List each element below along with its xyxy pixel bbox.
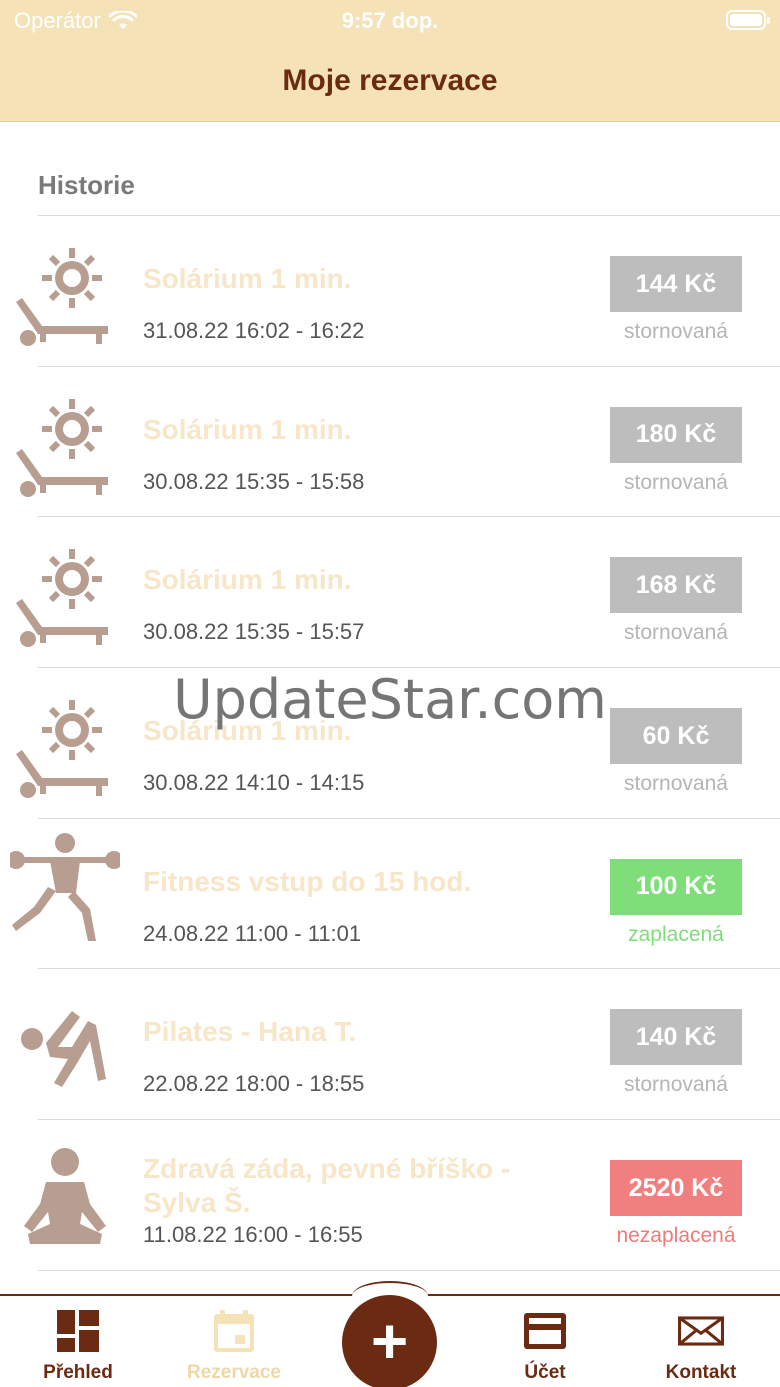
- price-badge: 140 Kč: [610, 1009, 742, 1066]
- status-label: zaplacená: [628, 922, 724, 946]
- pilates-icon: [10, 991, 120, 1101]
- tab-contact[interactable]: Kontakt: [641, 1308, 761, 1384]
- page-title: Moje rezervace: [282, 63, 498, 97]
- reservation-time: 22.08.22 18:00 - 18:55: [143, 1071, 365, 1097]
- tab-account-label: Účet: [524, 1362, 566, 1383]
- price-badge: 2520 Kč: [610, 1160, 742, 1217]
- status-label: nezaplacená: [616, 1224, 736, 1248]
- reservation-row[interactable]: Pilates - Hana T. 22.08.22 18:00 - 18:55 1…: [0, 969, 780, 1121]
- reservation-row[interactable]: Solárium 1 min. 30.08.22 15:35 - 15:58 180…: [0, 367, 780, 518]
- reservation-title: Fitness vstup do 15 hod.: [143, 865, 472, 897]
- reservation-title: Zdravá záda, pevné bříško - Sylva Š.: [143, 1153, 511, 1219]
- tab-account[interactable]: Účet: [485, 1308, 605, 1384]
- status-label: stornovaná: [624, 621, 728, 645]
- solarium-icon: [10, 238, 120, 348]
- reservation-row[interactable]: Solárium 1 min. 30.08.22 15:35 - 15:57 168…: [0, 517, 780, 669]
- reservation-title: Solárium 1 min.: [143, 413, 352, 445]
- reservation-time: 31.08.22 16:02 - 16:22: [143, 318, 365, 343]
- status-bar: Operátor 9:57 dop.: [0, 0, 780, 40]
- tab-contact-label: Kontakt: [665, 1362, 737, 1383]
- battery-icon: [726, 10, 770, 30]
- reservation-list: Solárium 1 min. 31.08.22 16:02 - 16:22 144…: [0, 216, 780, 1387]
- tab-overview[interactable]: Přehled: [18, 1308, 138, 1384]
- tab-reservations-label: Rezervace: [186, 1362, 282, 1383]
- plus-icon: +: [370, 1305, 409, 1377]
- price-badge: 180 Kč: [610, 406, 742, 463]
- tab-overview-label: Přehled: [43, 1362, 113, 1383]
- section-header-history: Historie: [38, 170, 135, 200]
- calendar-icon: [214, 1310, 254, 1352]
- reservation-title: Solárium 1 min.: [143, 715, 352, 747]
- reservation-time: 11.08.22 16:00 - 16:55: [143, 1222, 363, 1248]
- nav-bar: Moje rezervace: [0, 40, 780, 122]
- reservation-time: 24.08.22 11:00 - 11:01: [143, 920, 362, 946]
- reservation-row[interactable]: Solárium 1 min. 31.08.22 16:02 - 16:22 144…: [0, 216, 780, 367]
- price-badge: 168 Kč: [610, 557, 742, 614]
- reservation-row[interactable]: Fitness vstup do 15 hod. 24.08.22 11:00 -…: [0, 819, 780, 970]
- price-badge: 100 Kč: [610, 858, 742, 915]
- tab-reservations[interactable]: Rezervace: [174, 1308, 294, 1384]
- solarium-icon: [10, 539, 120, 649]
- envelope-icon: [678, 1316, 724, 1346]
- add-reservation-button[interactable]: +: [342, 1295, 437, 1387]
- reservation-title: Solárium 1 min.: [143, 564, 352, 596]
- reservation-time: 30.08.22 15:35 - 15:57: [143, 619, 365, 645]
- status-label: stornovaná: [624, 470, 728, 494]
- reservation-time: 30.08.22 15:35 - 15:58: [143, 468, 365, 494]
- price-badge: 60 Kč: [610, 708, 742, 765]
- reservation-title: Solárium 1 min.: [143, 263, 352, 294]
- solarium-icon: [10, 690, 120, 800]
- card-icon: [524, 1313, 566, 1349]
- reservation-time: 30.08.22 14:10 - 14:15: [143, 770, 365, 796]
- reservation-row[interactable]: Zdravá záda, pevné bříško - Sylva Š. 11.0…: [0, 1120, 780, 1271]
- status-time: 9:57 dop.: [341, 8, 439, 33]
- yoga-icon: [10, 1142, 120, 1252]
- reservation-row[interactable]: Solárium 1 min. 30.08.22 14:10 - 14:15 60 …: [0, 668, 780, 819]
- reservation-title: Pilates - Hana T.: [143, 1016, 357, 1048]
- status-label: stornovaná: [624, 320, 728, 343]
- fitness-icon: [7, 832, 123, 943]
- dashboard-icon: [57, 1310, 99, 1352]
- solarium-icon: [10, 389, 120, 499]
- price-badge: 144 Kč: [610, 256, 742, 312]
- status-label: stornovaná: [624, 772, 728, 796]
- status-label: stornovaná: [624, 1073, 728, 1097]
